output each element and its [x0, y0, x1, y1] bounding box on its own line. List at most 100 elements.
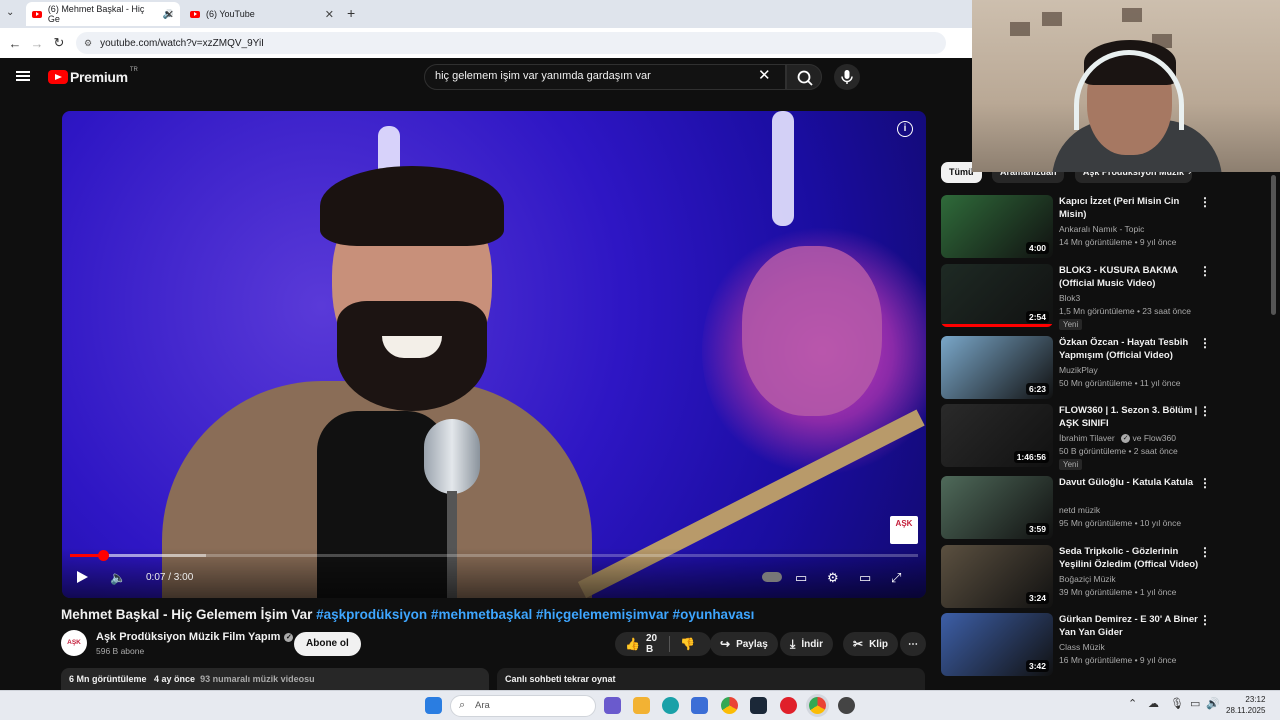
address-bar[interactable]: ⚙ youtube.com/watch?v=xzZMQV_9YiI: [76, 32, 946, 54]
channel-watermark[interactable]: AŞK: [890, 516, 918, 544]
recommendation-title[interactable]: Davut Güloğlu - Katula Katula: [1059, 476, 1199, 489]
recommendation-item[interactable]: 3:24 Seda Tripkolic - Gözlerinin Yeşilini…: [941, 545, 1213, 609]
chrome-active-icon[interactable]: [809, 697, 826, 714]
search-button[interactable]: [786, 64, 822, 90]
recommendation-channel[interactable]: netd müzik: [1059, 505, 1100, 515]
recommendation-title[interactable]: BLOK3 - KUSURA BAKMA (Official Music Vid…: [1059, 264, 1199, 290]
recommendation-channel[interactable]: Boğaziçi Müzik: [1059, 574, 1116, 584]
windows-start-icon[interactable]: [425, 697, 442, 714]
store-icon[interactable]: [691, 697, 708, 714]
recommendation-thumbnail[interactable]: 4:00: [941, 195, 1053, 258]
taskbar-search[interactable]: ⌕ Ara: [450, 695, 596, 717]
opera-icon[interactable]: [780, 697, 797, 714]
recommendation-item[interactable]: 4:00 Kapıcı İzzet (Peri Misin Cin Misin) A…: [941, 195, 1213, 259]
subtitles-icon[interactable]: ▭: [795, 570, 807, 586]
recommendation-title[interactable]: Kapıcı İzzet (Peri Misin Cin Misin): [1059, 195, 1199, 221]
volume-icon[interactable]: 🔈: [110, 570, 126, 586]
recommendation-title[interactable]: Seda Tripkolic - Gözlerinin Yeşilini Özl…: [1059, 545, 1199, 571]
tab-video[interactable]: (6) Mehmet Başkal - Hiç Ge 🔊 ✕: [26, 2, 180, 26]
like-count[interactable]: 20 B: [646, 633, 659, 655]
file-explorer-icon[interactable]: [633, 697, 650, 714]
browser-toolbar: ← → ↻ ⚙ youtube.com/watch?v=xzZMQV_9YiI: [0, 28, 972, 58]
like-icon[interactable]: 👍: [625, 637, 640, 651]
more-actions-button[interactable]: ⋯: [900, 632, 926, 656]
new-tab-icon[interactable]: +: [347, 5, 355, 21]
more-options-icon[interactable]: ⋮: [1199, 336, 1211, 350]
more-options-icon[interactable]: ⋮: [1199, 404, 1211, 418]
recommendation-item[interactable]: 1:46:56 FLOW360 | 1. Sezon 3. Bölüm | AŞK…: [941, 404, 1213, 470]
recommendation-item[interactable]: 3:59 Davut Güloğlu - Katula Katula netd mü…: [941, 476, 1213, 540]
recommendation-item[interactable]: 2:54 BLOK3 - KUSURA BAKMA (Official Music…: [941, 264, 1213, 330]
recommendation-thumbnail[interactable]: 3:24: [941, 545, 1053, 608]
dislike-icon[interactable]: 👎: [680, 637, 695, 651]
share-button[interactable]: ↪ Paylaş: [710, 632, 778, 656]
voice-search-button[interactable]: [834, 64, 860, 90]
recommendation-thumbnail[interactable]: 2:54: [941, 264, 1053, 327]
autoplay-toggle[interactable]: [762, 572, 782, 582]
more-options-icon[interactable]: ⋮: [1199, 545, 1211, 559]
theater-mode-icon[interactable]: ▭: [859, 570, 871, 586]
system-clock[interactable]: 23:12 28.11.2025: [1226, 694, 1265, 716]
task-view-icon[interactable]: [604, 697, 621, 714]
network-icon[interactable]: ▭: [1190, 697, 1200, 710]
recommendation-channel[interactable]: Blok3: [1059, 293, 1080, 303]
speaker-icon[interactable]: 🔊: [1206, 697, 1220, 710]
back-icon[interactable]: ←: [4, 36, 26, 51]
recommendation-thumbnail[interactable]: 6:23: [941, 336, 1053, 399]
recommendation-thumbnail[interactable]: 1:46:56: [941, 404, 1053, 467]
recommendation-thumbnail[interactable]: 3:42: [941, 613, 1053, 676]
recommendation-channel[interactable]: Class Müzik: [1059, 642, 1105, 652]
cloud-icon[interactable]: ☁: [1148, 697, 1159, 710]
chat-replay-box[interactable]: Canlı sohbeti tekrar oynat: [497, 668, 925, 692]
fullscreen-icon[interactable]: ⤢: [891, 570, 901, 586]
info-icon[interactable]: i: [897, 121, 913, 137]
recommendation-item[interactable]: 3:42 Gürkan Demirez - E 30' A Biner Yan Y…: [941, 613, 1213, 677]
youtube-favicon-icon: [32, 10, 42, 18]
recommendation-channel[interactable]: İbrahim Tilaver ✓ ve Flow360: [1059, 433, 1176, 443]
close-tab-icon[interactable]: ✕: [165, 8, 174, 21]
video-player[interactable]: AŞK i 🔈 0:07 / 3:00 ▭ ⚙ ▭ ⤢: [62, 111, 926, 598]
verified-icon: ✓: [1121, 434, 1131, 443]
youtube-logo[interactable]: Premium TR: [48, 67, 138, 85]
clock-time: 23:12: [1245, 695, 1266, 704]
recommendation-thumbnail[interactable]: 3:59: [941, 476, 1053, 539]
edge-icon[interactable]: [662, 697, 679, 714]
title-hashtags[interactable]: #aşkprodüksiyon #mehmetbaşkal #hiçgeleme…: [316, 607, 754, 622]
forward-icon[interactable]: →: [26, 36, 48, 51]
description-box[interactable]: 6 Mn görüntüleme 4 ay önce 93 numaralı m…: [61, 668, 489, 692]
play-icon[interactable]: [77, 571, 88, 583]
steam-icon[interactable]: [750, 697, 767, 714]
search-input[interactable]: hiç gelemem işim var yanımda gardaşım va…: [424, 64, 786, 90]
menu-icon[interactable]: [16, 71, 30, 81]
channel-avatar[interactable]: AŞK: [61, 630, 87, 656]
reload-icon[interactable]: ↻: [48, 35, 70, 51]
recommendation-title[interactable]: FLOW360 | 1. Sezon 3. Bölüm | AŞK SINIFI: [1059, 404, 1199, 430]
site-info-icon[interactable]: ⚙: [84, 38, 92, 49]
more-options-icon[interactable]: ⋮: [1199, 476, 1211, 490]
progress-bar[interactable]: [70, 550, 918, 561]
recommendation-channel[interactable]: MuzikPlay: [1059, 365, 1098, 375]
close-tab-icon[interactable]: ✕: [325, 8, 334, 21]
clear-search-icon[interactable]: ✕: [758, 66, 771, 84]
verified-icon: ✓: [284, 633, 294, 642]
more-options-icon[interactable]: ⋮: [1199, 613, 1211, 627]
chrome-icon[interactable]: [721, 697, 738, 714]
settings-icon[interactable]: ⚙: [827, 570, 839, 586]
recommendation-channel[interactable]: Ankaralı Namık - Topic: [1059, 224, 1144, 234]
download-button[interactable]: ⤓ İndir: [780, 632, 833, 656]
recommendation-title[interactable]: Gürkan Demirez - E 30' A Biner Yan Yan G…: [1059, 613, 1199, 639]
app-icon[interactable]: [838, 697, 855, 714]
scrollbar-thumb[interactable]: [1271, 175, 1276, 315]
more-options-icon[interactable]: ⋮: [1199, 264, 1211, 278]
recommendation-title[interactable]: Özkan Özcan - Hayatı Tesbih Yapmışım (Of…: [1059, 336, 1199, 362]
subscribe-button[interactable]: Abone ol: [294, 632, 361, 656]
more-options-icon[interactable]: ⋮: [1199, 195, 1211, 209]
tray-overflow-icon[interactable]: ⌃: [1128, 697, 1137, 710]
tab-list-icon[interactable]: ⌄: [6, 7, 14, 18]
tab-youtube[interactable]: (6) YouTube ✕: [184, 2, 340, 26]
scrubber-handle[interactable]: [98, 550, 110, 561]
channel-name[interactable]: Aşk Prodüksiyon Müzik Film Yapım ✓: [96, 631, 294, 643]
recommendation-item[interactable]: 6:23 Özkan Özcan - Hayatı Tesbih Yapmışım…: [941, 336, 1213, 400]
microphone-tray-icon[interactable]: 🎙: [1170, 697, 1184, 710]
clip-button[interactable]: ✂ Klip: [843, 632, 898, 656]
